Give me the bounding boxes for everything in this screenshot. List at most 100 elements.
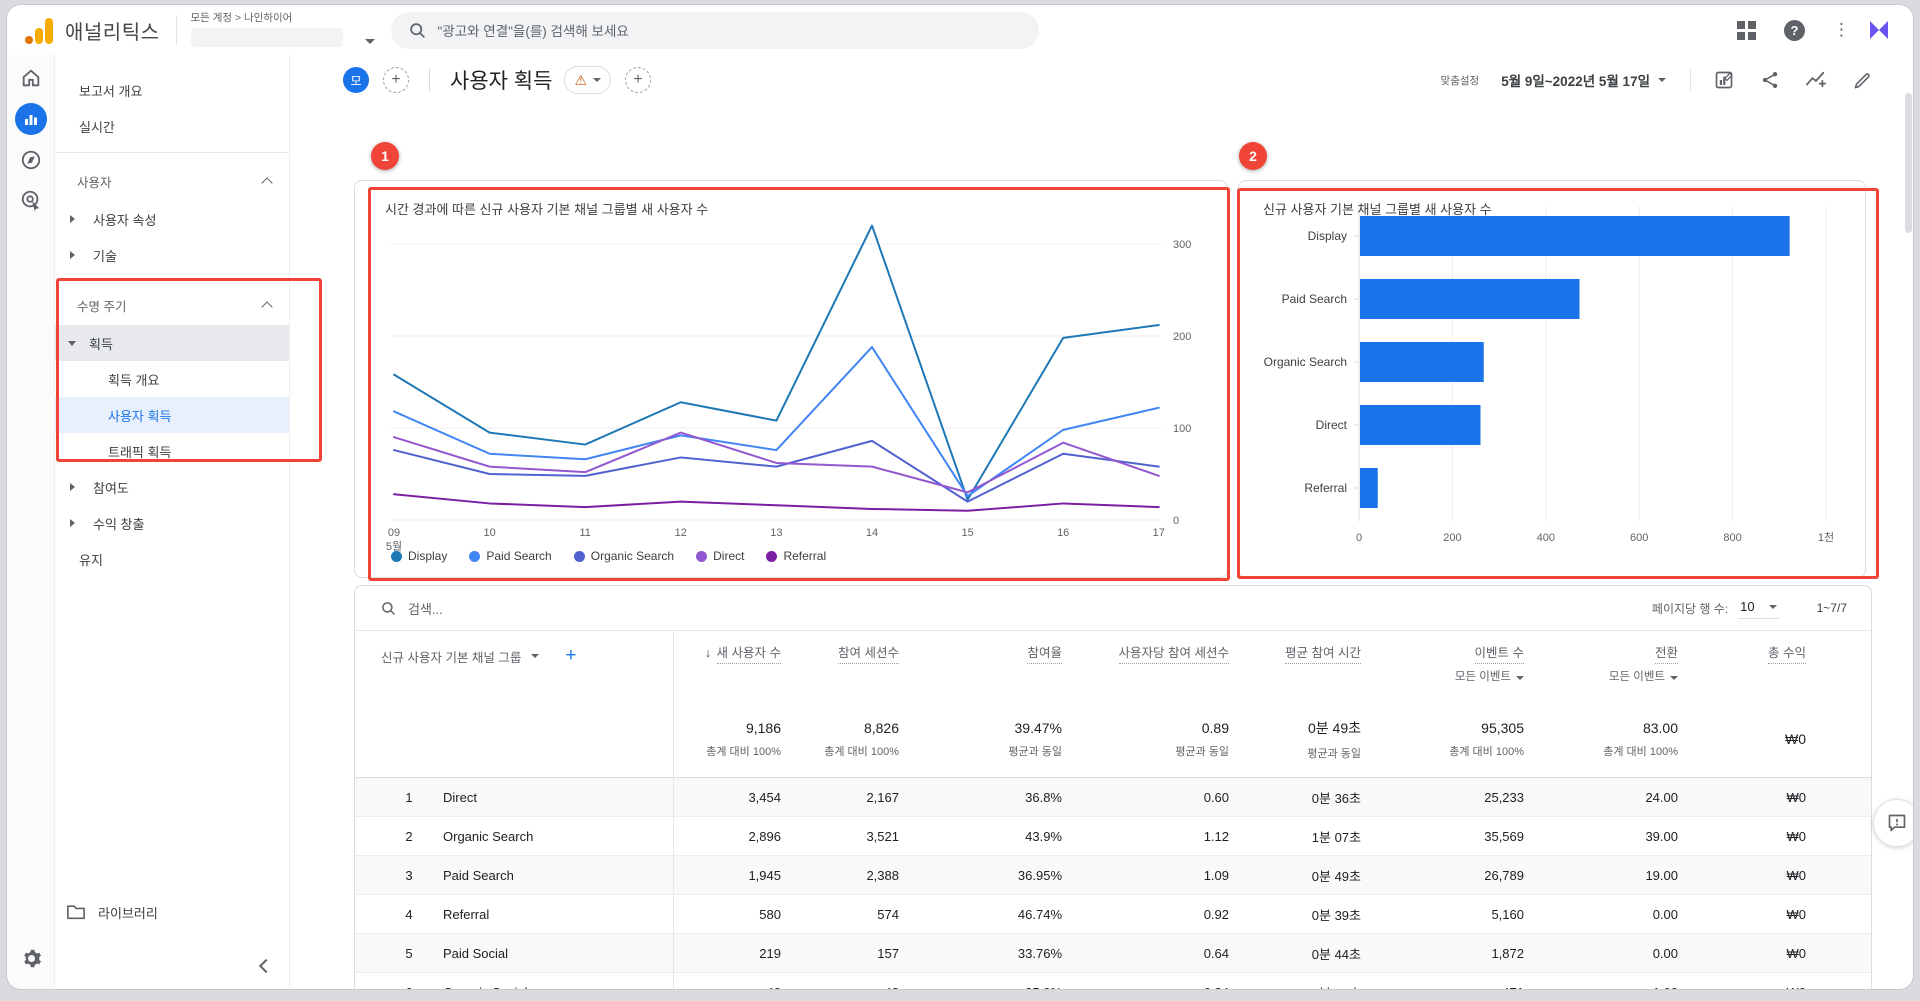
- svg-text:14: 14: [866, 527, 878, 539]
- sidebar-item-monetization[interactable]: 수익 창출: [55, 505, 289, 541]
- column-header[interactable]: 참여 세션수: [781, 645, 899, 664]
- global-search-input[interactable]: "광고와 연결"을(를) 검색해 보세요: [390, 11, 1039, 49]
- audience-chip[interactable]: 모: [343, 67, 369, 93]
- sidebar-item-reports-snapshot[interactable]: 보고서 개요: [55, 72, 289, 108]
- column-label: 새 사용자 수: [716, 646, 781, 664]
- svg-text:12: 12: [675, 527, 687, 539]
- column-label: 평균 참여 시간: [1285, 646, 1361, 664]
- column-header[interactable]: 총 수익: [1678, 645, 1806, 664]
- svg-text:15: 15: [961, 527, 973, 539]
- collapse-sidebar-button[interactable]: [251, 951, 281, 981]
- metric-cell: 25,233: [1484, 789, 1524, 805]
- column-label: 사용자당 참여 세션수: [1118, 646, 1229, 664]
- triangle-right-icon: [70, 251, 75, 259]
- column-label: 참여율: [1027, 646, 1062, 664]
- apps-grid-icon[interactable]: [1737, 20, 1756, 40]
- column-header[interactable]: 참여율: [899, 645, 1062, 664]
- topbar-actions: ? ⋮: [1737, 5, 1891, 55]
- table-row[interactable]: 3 Paid Search 1,945 2,388 36.95% 1.09 0분 49초 26…: [355, 856, 1871, 895]
- metric-cell: 1.00: [1524, 985, 1678, 990]
- svg-text:13: 13: [770, 527, 782, 539]
- sidebar-section-user[interactable]: 사용자: [55, 161, 289, 201]
- column-header[interactable]: 평균 참여 시간: [1229, 645, 1361, 664]
- triangle-right-icon: [70, 483, 75, 491]
- insights-icon[interactable]: [1805, 69, 1827, 91]
- account-avatar[interactable]: [1867, 18, 1891, 42]
- legend-dot-icon: [766, 550, 778, 562]
- legend-item[interactable]: Display: [391, 549, 447, 563]
- table-row[interactable]: 2 Organic Search 2,896 3,521 43.9% 1.12 1분 07초…: [355, 817, 1871, 856]
- row-rank: 4: [405, 906, 413, 922]
- event-filter-select[interactable]: 모든 이벤트: [1609, 670, 1678, 685]
- dimension-header[interactable]: 신규 사용자 기본 채널 그룹 +: [381, 645, 673, 667]
- table-search-input[interactable]: 검색...: [408, 599, 443, 618]
- metric-cell: ₩0: [1786, 945, 1807, 961]
- metric-cell: 0.00: [1652, 945, 1678, 961]
- sidebar-item-tech[interactable]: 기술: [55, 237, 289, 273]
- column-header[interactable]: ↓ 새 사용자 수: [673, 645, 781, 664]
- legend-item[interactable]: Organic Search: [573, 549, 675, 563]
- table-row[interactable]: 4 Referral 580 574 46.74% 0.92 0분 39초 5,160 0.00…: [355, 895, 1871, 934]
- totals-cell: 8,826 총계 대비 100%: [824, 719, 899, 758]
- rows-per-page-select[interactable]: 10: [1738, 597, 1779, 619]
- table-row[interactable]: 5 Paid Social 219 157 33.76% 0.64 0분 44초 1,872 0…: [355, 934, 1871, 973]
- sidebar-section-lifecycle[interactable]: 수명 주기: [55, 285, 289, 325]
- column-header[interactable]: 사용자당 참여 세션수: [1062, 645, 1229, 664]
- report-header-actions: 맞춤설정 5월 9일~2022년 5월 17일: [1441, 55, 1873, 105]
- table-row[interactable]: 1 Direct 3,454 2,167 36.8% 0.60 0분 36초 25,233 24…: [355, 778, 1871, 817]
- more-menu-icon[interactable]: ⋮: [1833, 21, 1850, 38]
- sidebar-item-user-acquisition[interactable]: 사용자 획득: [55, 397, 289, 433]
- add-dimension-button[interactable]: +: [565, 645, 576, 667]
- reports-icon[interactable]: [14, 103, 47, 135]
- sidebar-item-user-attributes[interactable]: 사용자 속성: [55, 201, 289, 237]
- metric-cell: 3,454: [748, 789, 781, 805]
- share-icon[interactable]: [1759, 69, 1781, 91]
- account-switcher[interactable]: 모든 계정 > 나인하이어: [190, 10, 375, 50]
- totals-cell: 83.00 총계 대비 100%: [1603, 719, 1678, 758]
- sidebar-item-realtime[interactable]: 실시간: [55, 108, 289, 144]
- sidebar: 보고서 개요 실시간사용자 사용자 속성 기술수명 주기 획득 획득 개요 사용자 획득 트래…: [55, 55, 290, 989]
- sidebar-item-engagement[interactable]: 참여도: [55, 469, 289, 505]
- metric-cell: 33.76%: [1017, 945, 1062, 961]
- legend-item[interactable]: Referral: [766, 549, 826, 563]
- scrollbar[interactable]: [1905, 63, 1912, 983]
- analytics-logo[interactable]: 애널리틱스: [7, 16, 160, 45]
- metric-cell: 36.8%: [1025, 789, 1062, 805]
- event-filter-select[interactable]: 모든 이벤트: [1455, 670, 1524, 685]
- add-comparison-button[interactable]: +: [383, 67, 409, 93]
- metric-cell: 0분 44초: [1229, 983, 1361, 990]
- bar-chart[interactable]: 0 200 400 600 800 1천 Display Paid Search Organic…: [1239, 181, 1865, 577]
- settings-gear-icon[interactable]: [7, 948, 55, 969]
- date-range-picker[interactable]: 5월 9일~2022년 5월 17일: [1501, 70, 1666, 90]
- channel-name: Paid Social: [443, 945, 509, 961]
- legend-dot-icon: [469, 550, 481, 562]
- legend-item[interactable]: Paid Search: [469, 549, 552, 563]
- metric-cell: 36.95%: [1017, 867, 1062, 883]
- advertising-icon[interactable]: [16, 185, 46, 215]
- table-row[interactable]: 6Organic Social484235.9%0.840분 44초4711.0…: [355, 973, 1871, 990]
- data-quality-warning[interactable]: ⚠: [564, 66, 611, 94]
- edit-pencil-icon[interactable]: [1851, 69, 1873, 91]
- home-icon[interactable]: [16, 63, 46, 93]
- legend-item[interactable]: Direct: [696, 549, 744, 563]
- add-metric-button[interactable]: +: [625, 67, 651, 93]
- column-header[interactable]: 전환 모든 이벤트: [1524, 645, 1678, 685]
- sidebar-item-traffic-acquisition[interactable]: 트래픽 획득: [55, 433, 289, 469]
- sidebar-item-retention[interactable]: 유지: [55, 541, 289, 577]
- line-chart-title: 시간 경과에 따른 신규 사용자 기본 채널 그룹별 새 사용자 수: [385, 202, 709, 217]
- metric-cell: 471: [1361, 985, 1524, 990]
- svg-text:Direct: Direct: [1316, 418, 1348, 432]
- legend-label: Organic Search: [590, 549, 675, 563]
- sidebar-item-acquisition-overview[interactable]: 획득 개요: [55, 361, 289, 397]
- rows-per-page-label: 페이지당 행 수:: [1651, 601, 1729, 616]
- account-name-redacted: [190, 28, 343, 47]
- customize-report-icon[interactable]: [1713, 69, 1735, 91]
- column-header[interactable]: 이벤트 수 모든 이벤트: [1361, 645, 1524, 685]
- explore-icon[interactable]: [16, 145, 46, 175]
- help-icon[interactable]: ?: [1784, 19, 1805, 41]
- sidebar-item-library[interactable]: 라이브러리: [55, 893, 289, 931]
- topbar: 애널리틱스 모든 계정 > 나인하이어 "광고와 연결"을(를) 검색해 보세요…: [7, 5, 1913, 55]
- table-column-divider: [673, 630, 674, 989]
- sidebar-item-acquisition[interactable]: 획득: [55, 325, 289, 361]
- line-chart[interactable]: 0100200300095월10 11 12 13 14 15 16 17: [355, 181, 1227, 577]
